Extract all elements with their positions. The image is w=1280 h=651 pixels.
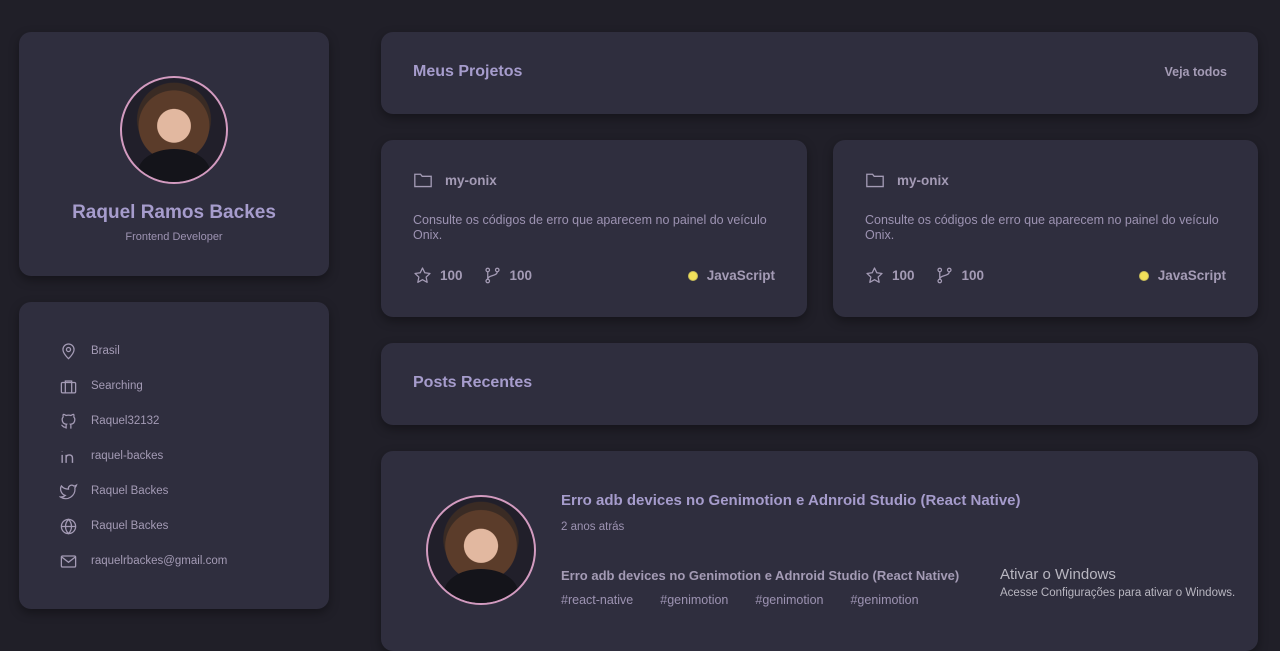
- info-item-location: Brasil: [59, 340, 120, 362]
- project-name: my-onix: [413, 171, 497, 189]
- info-label: raquel-backes: [91, 450, 164, 462]
- language-color-dot: [1138, 270, 1149, 281]
- project-description: Consulte os códigos de erro que aparecem…: [413, 213, 767, 242]
- language-label: JavaScript: [706, 268, 775, 283]
- stars-count: 100: [440, 268, 463, 283]
- stars-stat: 100: [413, 266, 463, 285]
- forks-count: 100: [509, 268, 533, 283]
- info-label: Searching: [91, 380, 143, 392]
- watermark-subtitle: Acesse Configurações para ativar o Windo…: [1000, 587, 1236, 599]
- stars-count: 100: [892, 268, 915, 283]
- linkedin-icon: [61, 450, 74, 463]
- twitter-icon: [59, 483, 78, 499]
- stars-stat: 100: [865, 266, 915, 285]
- windows-activation-watermark: Ativar o Windows Acesse Configurações pa…: [1000, 566, 1235, 599]
- info-item-company: Searching: [59, 375, 143, 397]
- post-excerpt: Erro adb devices no Genimotion e Adnroid…: [561, 568, 960, 583]
- profile-role: Frontend Developer: [125, 231, 223, 243]
- language-label: JavaScript: [1157, 268, 1226, 283]
- info-item-website[interactable]: Raquel Backes: [59, 515, 168, 537]
- info-card: Brasil Searching Raquel32132 raquel-back…: [19, 302, 329, 609]
- project-card[interactable]: my-onix Consulte os códigos de erro que …: [833, 140, 1258, 317]
- post-tag[interactable]: #genimotion: [660, 593, 728, 607]
- section-title: Meus Projetos: [413, 63, 523, 80]
- language-color-dot: [687, 270, 698, 281]
- projects-header-card: Meus Projetos Veja todos: [381, 32, 1258, 114]
- project-name-label: my-onix: [897, 172, 949, 188]
- posts-header-card: Posts Recentes: [381, 343, 1258, 425]
- post-tags: #react-native #genimotion #genimotion #g…: [561, 593, 946, 607]
- post-avatar: [426, 495, 536, 605]
- mail-icon: [60, 554, 77, 568]
- project-description: Consulte os códigos de erro que aparecem…: [865, 213, 1219, 242]
- project-card[interactable]: my-onix Consulte os códigos de erro que …: [381, 140, 807, 317]
- see-all-link[interactable]: Veja todos: [1164, 65, 1227, 79]
- post-tag[interactable]: #genimotion: [755, 593, 823, 607]
- info-item-email[interactable]: raquelrbackes@gmail.com: [59, 550, 227, 572]
- project-language: JavaScript: [1138, 268, 1226, 283]
- github-icon: [61, 413, 76, 429]
- profile-name: Raquel Ramos Backes: [72, 202, 276, 223]
- location-pin-icon: [62, 342, 75, 359]
- info-item-github[interactable]: Raquel32132: [59, 410, 159, 432]
- section-title: Posts Recentes: [413, 374, 533, 391]
- avatar: [120, 76, 228, 184]
- post-tag[interactable]: #genimotion: [850, 593, 918, 607]
- folder-icon: [414, 173, 432, 188]
- fork-icon: [936, 267, 952, 284]
- forks-stat: 100: [483, 266, 533, 285]
- post-card[interactable]: Erro adb devices no Genimotion e Adnroid…: [381, 451, 1258, 651]
- info-item-linkedin[interactable]: raquel-backes: [59, 445, 163, 467]
- info-item-twitter[interactable]: Raquel Backes: [59, 480, 168, 502]
- star-icon: [866, 267, 883, 283]
- forks-stat: 100: [935, 266, 985, 285]
- info-label: raquelrbackes@gmail.com: [91, 555, 228, 567]
- project-stats: 100 100: [413, 266, 552, 285]
- info-label: Brasil: [91, 345, 120, 357]
- info-label: Raquel Backes: [91, 485, 169, 497]
- info-label: Raquel Backes: [91, 520, 169, 532]
- forks-count: 100: [961, 268, 985, 283]
- globe-icon: [60, 517, 77, 535]
- profile-card: Raquel Ramos Backes Frontend Developer: [19, 32, 329, 276]
- project-stats: 100 100: [865, 266, 1004, 285]
- project-name: my-onix: [865, 171, 949, 189]
- project-language: JavaScript: [687, 268, 775, 283]
- post-tag[interactable]: #react-native: [561, 593, 633, 607]
- fork-icon: [484, 267, 500, 284]
- watermark-title: Ativar o Windows: [1000, 566, 1116, 583]
- briefcase-icon: [60, 379, 77, 393]
- folder-icon: [866, 173, 884, 188]
- post-time: 2 anos atrás: [561, 521, 625, 533]
- post-title[interactable]: Erro adb devices no Genimotion e Adnroid…: [561, 492, 1021, 509]
- project-name-label: my-onix: [445, 172, 497, 188]
- star-icon: [414, 267, 431, 283]
- info-label: Raquel32132: [91, 415, 160, 427]
